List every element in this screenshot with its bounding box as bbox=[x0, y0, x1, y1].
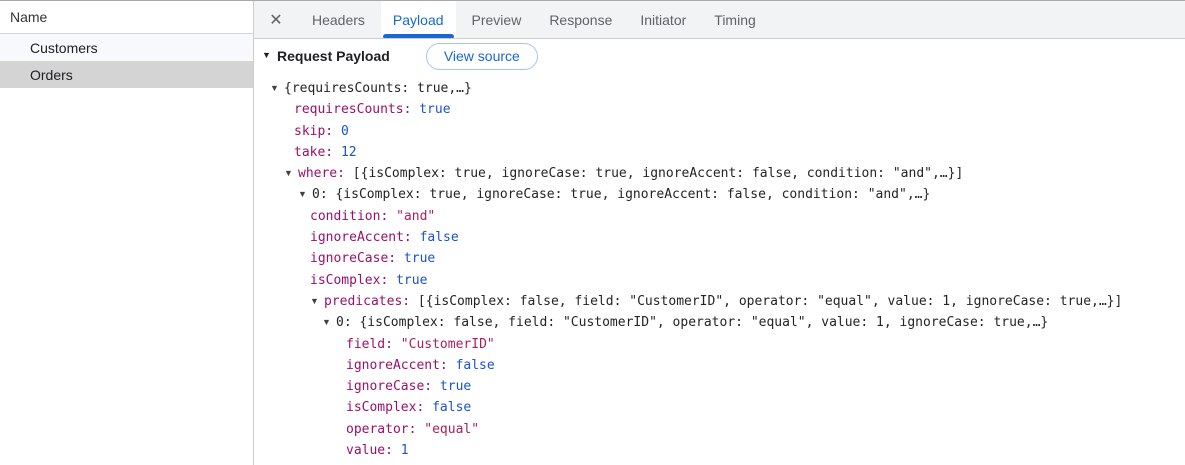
payload-tree-leaf: requiresCounts: true bbox=[254, 99, 1185, 120]
token-bool: true bbox=[419, 102, 451, 118]
token-plain: [{isComplex: false, field: "CustomerID",… bbox=[417, 293, 1123, 309]
payload-tree-leaf: field: "CustomerID" bbox=[254, 334, 1185, 355]
expander-arrow-icon[interactable]: ▼ bbox=[270, 78, 284, 99]
payload-tree-leaf: isComplex: true bbox=[254, 270, 1185, 291]
token-key: isComplex: bbox=[310, 272, 397, 288]
tab-initiator[interactable]: Initiator bbox=[628, 1, 698, 38]
payload-tree-leaf: ignoreCase: true bbox=[254, 248, 1185, 269]
expander-arrow-icon[interactable]: ▼ bbox=[322, 312, 336, 333]
payload-tree-leaf: ignoreAccent: false bbox=[254, 355, 1185, 376]
tab-headers[interactable]: Headers bbox=[300, 1, 377, 38]
payload-tree-leaf: condition: "and" bbox=[254, 206, 1185, 227]
token-bool: true bbox=[439, 379, 472, 395]
payload-tree-leaf: ignoreCase: true bbox=[254, 376, 1185, 397]
token-str: "CustomerID" bbox=[400, 336, 495, 352]
section-title: Request Payload bbox=[277, 48, 390, 64]
token-str: "equal" bbox=[424, 421, 480, 437]
payload-tree: ▼ {requiresCounts: true,…} requiresCounts:… bbox=[254, 73, 1185, 465]
tab-timing[interactable]: Timing bbox=[702, 1, 768, 38]
token-key: take: bbox=[294, 144, 341, 160]
request-list-name-column-header[interactable]: Name bbox=[0, 1, 253, 34]
request-row-label: Customers bbox=[30, 39, 98, 56]
payload-tree-node[interactable]: ▼ 0: {isComplex: false, field: "CustomerI… bbox=[254, 312, 1185, 333]
token-key: value: bbox=[346, 443, 401, 459]
request-row-customers[interactable]: Customers bbox=[0, 34, 253, 61]
token-key: ignoreAccent: bbox=[310, 230, 420, 246]
view-source-button[interactable]: View source bbox=[425, 42, 538, 70]
section-expander-arrow-icon[interactable]: ▼ bbox=[262, 50, 277, 60]
token-key: ignoreCase: bbox=[346, 379, 440, 395]
payload-tree-leaf: skip: 0 bbox=[254, 121, 1185, 142]
token-bool: false bbox=[419, 230, 459, 246]
payload-tree-leaf: operator: "equal" bbox=[254, 419, 1185, 440]
payload-tree-leaf: isComplex: false bbox=[254, 397, 1185, 418]
token-key: ignoreCase: bbox=[310, 251, 404, 267]
payload-tree-node[interactable]: ▼ {requiresCounts: true,…} bbox=[254, 78, 1185, 99]
token-bool: false bbox=[455, 357, 495, 373]
payload-tree-leaf: take: 12 bbox=[254, 142, 1185, 163]
token-str: "and" bbox=[396, 208, 436, 224]
detail-tabbar: ✕ Headers Payload Preview Response Initi… bbox=[254, 1, 1185, 39]
payload-tree-leaf: ignoreAccent: false bbox=[254, 227, 1185, 248]
token-bool: false bbox=[432, 400, 472, 416]
request-detail-panel: ✕ Headers Payload Preview Response Initi… bbox=[254, 1, 1185, 465]
close-icon[interactable]: ✕ bbox=[254, 1, 298, 38]
expander-arrow-icon[interactable]: ▼ bbox=[298, 184, 312, 205]
expander-arrow-icon[interactable]: ▼ bbox=[310, 291, 324, 312]
token-plain: 0: {isComplex: false, field: "CustomerID… bbox=[336, 315, 1049, 331]
token-num: 0 bbox=[340, 123, 349, 139]
payload-tree-node[interactable]: ▼ where: [{isComplex: true, ignoreCase: t… bbox=[254, 163, 1185, 184]
request-row-label: Orders bbox=[30, 66, 73, 83]
token-key: operator: bbox=[346, 421, 425, 437]
name-column-label: Name bbox=[10, 9, 48, 25]
request-payload-section-header: ▼ Request Payload View source bbox=[254, 39, 1185, 73]
tab-payload[interactable]: Payload bbox=[380, 1, 456, 38]
token-plain: {requiresCounts: true,…} bbox=[284, 81, 472, 96]
token-key: where: bbox=[298, 166, 353, 182]
token-plain: 0: {isComplex: true, ignoreCase: true, i… bbox=[312, 187, 931, 203]
token-num: 1 bbox=[400, 443, 409, 459]
token-key: condition: bbox=[310, 208, 397, 224]
token-key: predicates: bbox=[324, 293, 418, 309]
token-key: skip: bbox=[294, 123, 341, 139]
token-plain: [{isComplex: true, ignoreCase: true, ign… bbox=[352, 166, 964, 182]
token-bool: true bbox=[403, 251, 436, 267]
token-bool: true bbox=[396, 272, 428, 288]
token-key: field: bbox=[346, 336, 401, 352]
payload-tree-leaf: value: 1 bbox=[254, 440, 1185, 461]
token-key: isComplex: bbox=[346, 400, 433, 416]
tab-response[interactable]: Response bbox=[537, 1, 624, 38]
token-num: 12 bbox=[340, 144, 357, 160]
expander-arrow-icon[interactable]: ▼ bbox=[284, 163, 298, 184]
network-details-panel: Name Customers Orders ✕ Headers Payload … bbox=[0, 0, 1185, 465]
request-row-orders[interactable]: Orders bbox=[0, 61, 253, 88]
tab-preview[interactable]: Preview bbox=[460, 1, 534, 38]
payload-tree-node[interactable]: ▼ 0: {isComplex: true, ignoreCase: true, … bbox=[254, 184, 1185, 205]
token-key: ignoreAccent: bbox=[346, 357, 456, 373]
token-key: requiresCounts: bbox=[294, 102, 420, 118]
payload-tree-node[interactable]: ▼ predicates: [{isComplex: false, field: … bbox=[254, 291, 1185, 312]
request-list-sidebar: Name Customers Orders bbox=[0, 1, 254, 465]
